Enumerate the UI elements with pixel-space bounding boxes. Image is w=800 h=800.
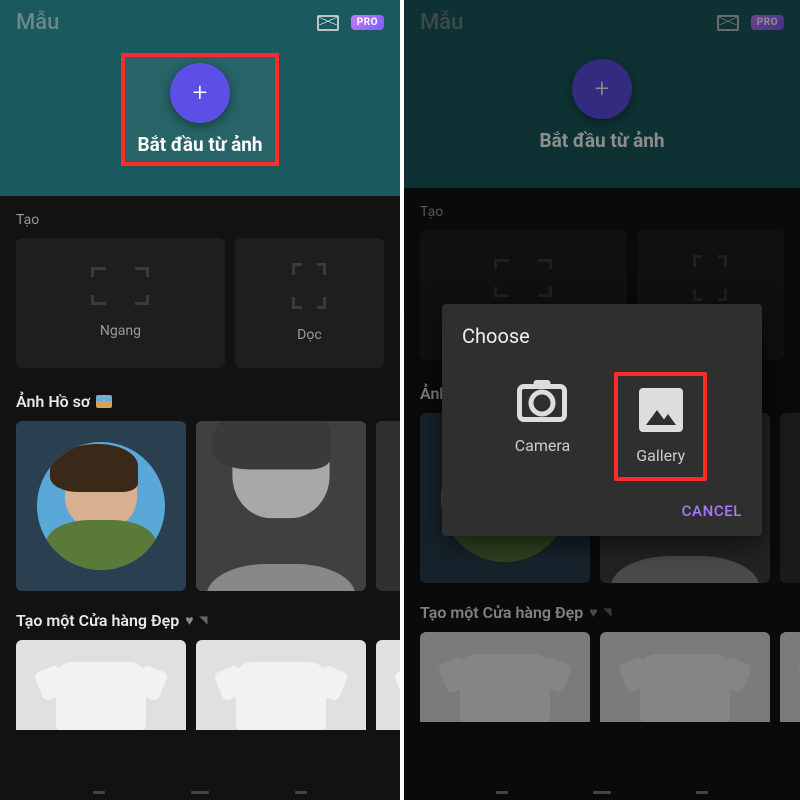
left-screenshot: Mẫu PRO + Bắt đầu từ ảnh Tạo Ngang Dọc Ả — [0, 0, 400, 800]
dialog-title: Choose — [462, 324, 742, 348]
profile-template-3[interactable] — [376, 421, 400, 591]
crop-horizontal-icon — [91, 267, 149, 305]
hero-section: Mẫu PRO + Bắt đầu từ ảnh — [404, 0, 800, 188]
page-title: Mẫu — [420, 10, 463, 35]
shop-template-3[interactable] — [780, 632, 800, 722]
create-vertical-tile[interactable]: Dọc — [235, 238, 384, 368]
create-section-label: Tạo — [404, 204, 800, 230]
hero-section: Mẫu PRO + Bắt đầu từ ảnh — [0, 0, 400, 196]
camera-icon — [517, 384, 567, 422]
nav-bar — [0, 787, 400, 798]
cancel-button[interactable]: CANCEL — [682, 502, 742, 520]
shop-section: Tạo một Cửa hàng Đẹp ♥ ◥ — [404, 603, 800, 722]
start-label: Bắt đầu từ ảnh — [137, 133, 262, 156]
start-from-photo-button[interactable]: + Bắt đầu từ ảnh — [527, 53, 676, 158]
shop-section: Tạo một Cửa hàng Đẹp ♥ ◥ — [0, 611, 400, 730]
heart-icon: ♥ — [589, 604, 597, 621]
page-title: Mẫu — [16, 10, 59, 35]
gallery-icon — [639, 388, 683, 432]
choose-dialog: Choose Camera Gallery CANCEL — [442, 304, 762, 536]
plus-icon: + — [572, 59, 632, 119]
crop-horizontal-label: Ngang — [100, 323, 141, 339]
tag-icon: ◥ — [200, 615, 208, 626]
plus-icon: + — [170, 63, 230, 123]
profile-section-title: Ảnh Hồ sơ — [0, 392, 400, 421]
crop-horizontal-icon — [494, 259, 552, 297]
shop-template-1[interactable] — [16, 640, 186, 730]
shop-thumbnails — [0, 640, 400, 730]
gallery-label: Gallery — [636, 446, 685, 465]
start-from-photo-button[interactable]: + Bắt đầu từ ảnh — [121, 53, 278, 166]
heart-icon: ♥ — [185, 612, 193, 629]
shop-template-1[interactable] — [420, 632, 590, 722]
top-icons: PRO — [717, 15, 784, 31]
mail-icon[interactable] — [717, 15, 739, 31]
camera-label: Camera — [515, 436, 570, 455]
create-section-label: Tạo — [0, 212, 400, 238]
profile-template-2[interactable] — [196, 421, 366, 591]
right-screenshot: Mẫu PRO + Bắt đầu từ ảnh Tạo Ngang Dọc Ả — [400, 0, 800, 800]
shop-template-2[interactable] — [600, 632, 770, 722]
top-bar: Mẫu PRO — [16, 10, 384, 35]
shop-section-title: Tạo một Cửa hàng Đẹp ♥ ◥ — [0, 611, 400, 640]
shop-thumbnails — [404, 632, 800, 722]
create-tiles: Ngang Dọc — [0, 238, 400, 368]
top-icons: PRO — [317, 15, 384, 31]
create-horizontal-tile[interactable]: Ngang — [16, 238, 225, 368]
pro-badge[interactable]: PRO — [351, 15, 384, 30]
shop-template-3[interactable] — [376, 640, 400, 730]
profile-section: Ảnh Hồ sơ — [0, 392, 400, 591]
crop-vertical-icon — [693, 255, 727, 301]
picture-emoji-icon — [96, 395, 112, 408]
crop-vertical-icon — [292, 263, 326, 309]
start-label: Bắt đầu từ ảnh — [539, 129, 664, 152]
camera-option[interactable]: Camera — [497, 372, 588, 481]
gallery-option[interactable]: Gallery — [614, 372, 707, 481]
profile-thumbnails — [0, 421, 400, 591]
shop-template-2[interactable] — [196, 640, 366, 730]
crop-vertical-label: Dọc — [297, 327, 322, 343]
top-bar: Mẫu PRO — [420, 10, 784, 35]
shop-section-title: Tạo một Cửa hàng Đẹp ♥ ◥ — [404, 603, 800, 632]
dialog-options: Camera Gallery — [462, 372, 742, 481]
mail-icon[interactable] — [317, 15, 339, 31]
dialog-actions: CANCEL — [462, 495, 742, 526]
tag-icon: ◥ — [604, 607, 612, 618]
profile-template-3[interactable] — [780, 413, 800, 583]
pro-badge[interactable]: PRO — [751, 15, 784, 30]
profile-template-1[interactable] — [16, 421, 186, 591]
nav-bar — [404, 787, 800, 798]
body-content: Tạo Ngang Dọc Ảnh Hồ sơ — [0, 196, 400, 800]
